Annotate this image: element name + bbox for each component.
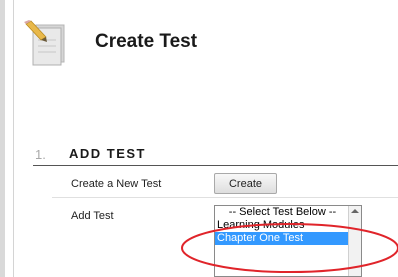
highlight-ellipse-annotation xyxy=(181,223,398,273)
add-test-label: Add Test xyxy=(71,210,114,222)
create-button[interactable]: Create xyxy=(214,173,277,194)
create-new-test-label: Create a New Test xyxy=(71,178,162,190)
page-title: Create Test xyxy=(95,31,198,52)
left-edge-strip xyxy=(0,0,5,277)
step-number: 1. xyxy=(35,147,46,162)
scroll-up-arrow-icon[interactable] xyxy=(351,209,359,213)
section-divider xyxy=(33,165,398,166)
list-option-placeholder[interactable]: -- Select Test Below -- xyxy=(215,206,350,219)
row-divider xyxy=(52,197,398,198)
test-document-pencil-icon xyxy=(24,20,65,66)
left-border-line xyxy=(13,0,14,277)
section-title: ADD TEST xyxy=(69,146,146,161)
